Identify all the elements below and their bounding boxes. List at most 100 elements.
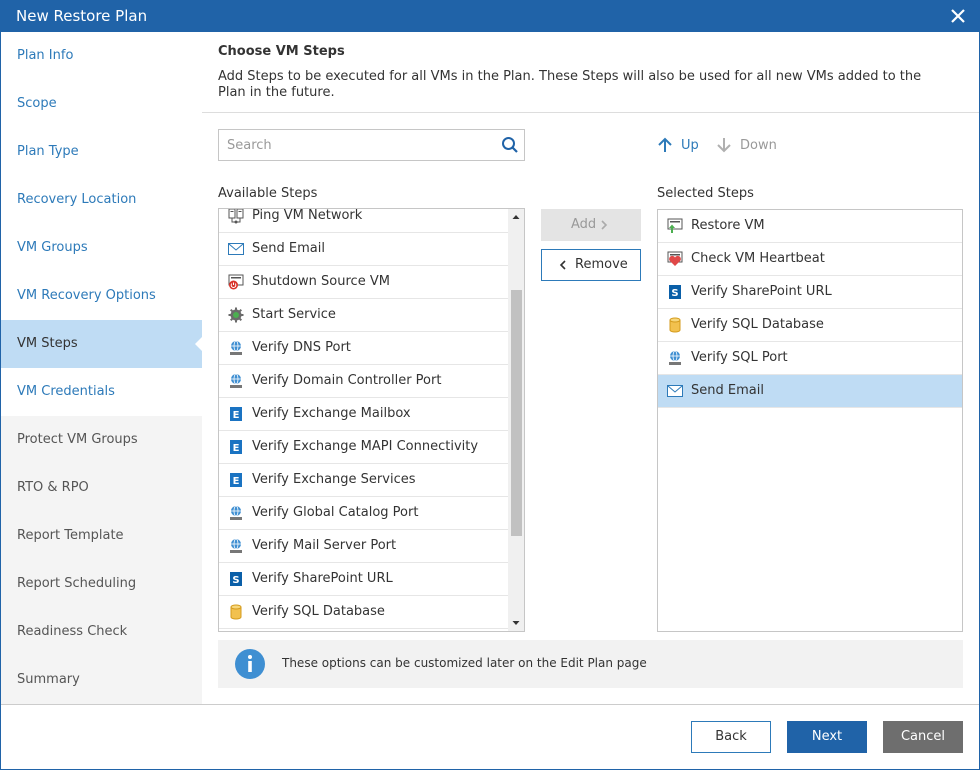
- sidebar-item-summary[interactable]: Summary: [1, 656, 202, 704]
- main-panel: Choose VM Steps Add Steps to be executed…: [202, 32, 979, 704]
- list-item[interactable]: Start Service: [219, 299, 508, 332]
- list-item-label: Verify Domain Controller Port: [252, 373, 442, 388]
- title-bar: New Restore Plan: [0, 0, 980, 32]
- arrow-up-icon: [658, 137, 672, 152]
- list-item[interactable]: S Verify SharePoint URL: [219, 563, 508, 596]
- search-icon[interactable]: [501, 136, 519, 154]
- list-item-label: Verify Mail Server Port: [252, 538, 397, 553]
- list-item[interactable]: Verify Mail Server Port: [219, 530, 508, 563]
- sidebar-item-report-scheduling[interactable]: Report Scheduling: [1, 560, 202, 608]
- scroll-up-icon[interactable]: [508, 209, 524, 225]
- sidebar-item-vm-steps[interactable]: VM Steps: [1, 320, 203, 368]
- svg-text:S: S: [671, 288, 678, 299]
- available-steps-list[interactable]: Ping VM Network Send Email Shutdown Sour…: [218, 208, 525, 632]
- chevron-right-icon: [601, 220, 608, 230]
- heartbeat-icon: [667, 251, 683, 266]
- port-globe-icon: [669, 350, 681, 365]
- sidebar-item-scope[interactable]: Scope: [1, 80, 202, 128]
- selected-steps-list[interactable]: Restore VM Check VM Heartbeat S Verify S…: [657, 209, 963, 632]
- sidebar-item-rto-rpo[interactable]: RTO & RPO: [1, 464, 202, 512]
- sidebar-item-recovery-location[interactable]: Recovery Location: [1, 176, 202, 224]
- list-item-label: Verify SharePoint URL: [252, 571, 393, 586]
- chevron-left-icon: [559, 260, 566, 270]
- list-item[interactable]: E Verify Exchange Services: [219, 464, 508, 497]
- scroll-thumb[interactable]: [511, 290, 522, 536]
- exchange-icon: E: [230, 473, 242, 487]
- sidebar-item-label: Scope: [17, 96, 57, 111]
- list-item[interactable]: Ping VM Network: [219, 208, 508, 233]
- list-item-label: Shutdown Source VM: [252, 274, 390, 289]
- close-icon[interactable]: [948, 6, 968, 26]
- sidebar-item-label: Report Template: [17, 528, 124, 543]
- list-item-label: Verify DNS Port: [252, 340, 351, 355]
- database-icon: [669, 317, 681, 333]
- add-button[interactable]: Add: [541, 209, 641, 241]
- port-globe-icon: [230, 538, 242, 553]
- sidebar-item-vm-groups[interactable]: VM Groups: [1, 224, 202, 272]
- restore-vm-icon: [667, 218, 683, 233]
- list-item[interactable]: Verify SQL Port: [658, 342, 962, 375]
- remove-button[interactable]: Remove: [541, 249, 641, 281]
- remove-button-label: Remove: [575, 257, 628, 272]
- list-item[interactable]: Verify SQL Database: [219, 596, 508, 629]
- list-item-label: Verify Global Catalog Port: [252, 505, 419, 520]
- back-button[interactable]: Back: [691, 721, 771, 753]
- list-item[interactable]: Shutdown Source VM: [219, 266, 508, 299]
- sidebar-item-vm-credentials[interactable]: VM Credentials: [1, 368, 202, 416]
- svg-text:E: E: [233, 410, 240, 421]
- scrollbar[interactable]: [508, 209, 524, 631]
- sidebar-item-label: Readiness Check: [17, 624, 128, 639]
- move-down-button[interactable]: Down: [715, 136, 777, 156]
- wizard-sidebar: Plan Info Scope Plan Type Recovery Locat…: [1, 32, 203, 704]
- sidebar-item-protect-vm-groups[interactable]: Protect VM Groups: [1, 416, 202, 464]
- list-item[interactable]: Check VM Heartbeat: [658, 243, 962, 276]
- search-box: [218, 129, 525, 161]
- list-item[interactable]: E Verify Exchange MAPI Connectivity: [219, 431, 508, 464]
- sidebar-item-readiness-check[interactable]: Readiness Check: [1, 608, 202, 656]
- list-item-label: Start Service: [252, 307, 336, 322]
- list-item[interactable]: E Verify Exchange Mailbox: [219, 398, 508, 431]
- list-item-label: Ping VM Network: [252, 208, 363, 223]
- list-item[interactable]: Verify DNS Port: [219, 332, 508, 365]
- shutdown-icon: [228, 274, 244, 290]
- sidebar-item-label: VM Credentials: [17, 384, 115, 399]
- sidebar-item-label: Plan Type: [17, 144, 79, 159]
- move-up-label: Up: [681, 138, 699, 153]
- sidebar-item-label: RTO & RPO: [17, 480, 89, 495]
- sidebar-item-label: Protect VM Groups: [17, 432, 138, 447]
- list-item[interactable]: Send Email: [219, 233, 508, 266]
- add-button-label: Add: [571, 217, 597, 232]
- list-item[interactable]: Verify Global Catalog Port: [219, 497, 508, 530]
- list-item[interactable]: Verify Domain Controller Port: [219, 365, 508, 398]
- sidebar-item-plan-info[interactable]: Plan Info: [1, 32, 202, 80]
- list-item[interactable]: Restore VM: [658, 210, 962, 243]
- exchange-icon: E: [230, 407, 242, 421]
- sidebar-item-vm-recovery-options[interactable]: VM Recovery Options: [1, 272, 202, 320]
- list-item-label: Verify SQL Port: [691, 350, 788, 365]
- list-item-label: Verify Exchange Services: [252, 472, 416, 487]
- sidebar-item-label: Report Scheduling: [17, 576, 137, 591]
- sidebar-item-report-template[interactable]: Report Template: [1, 512, 202, 560]
- search-input[interactable]: [219, 130, 489, 160]
- sharepoint-icon: S: [230, 572, 242, 586]
- sidebar-item-plan-type[interactable]: Plan Type: [1, 128, 202, 176]
- svg-text:S: S: [232, 575, 239, 586]
- scroll-down-icon[interactable]: [508, 615, 524, 631]
- header-divider: [202, 112, 979, 113]
- list-item[interactable]: Verify SQL Database: [658, 309, 962, 342]
- list-item-label: Verify Exchange Mailbox: [252, 406, 411, 421]
- list-item-label: Verify SharePoint URL: [691, 284, 832, 299]
- next-button[interactable]: Next: [787, 721, 867, 753]
- list-item[interactable]: S Verify SharePoint URL: [658, 276, 962, 309]
- sidebar-item-label: VM Groups: [17, 240, 88, 255]
- svg-text:E: E: [233, 443, 240, 454]
- list-item[interactable]: Send Email: [658, 375, 962, 408]
- move-up-button[interactable]: Up: [656, 136, 706, 156]
- cancel-button[interactable]: Cancel: [883, 721, 963, 753]
- list-item-label: Verify SQL Database: [691, 317, 824, 332]
- email-icon: [667, 385, 683, 397]
- list-item-label: Verify Exchange MAPI Connectivity: [252, 439, 479, 454]
- info-text: These options can be customized later on…: [282, 656, 647, 670]
- sharepoint-icon: S: [669, 285, 681, 299]
- sidebar-item-label: Recovery Location: [17, 192, 137, 207]
